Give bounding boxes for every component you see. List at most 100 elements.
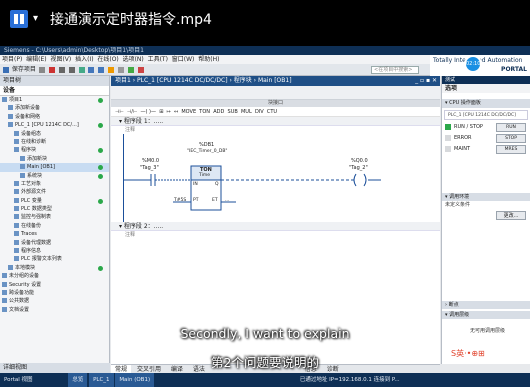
tree-item[interactable]: 设备代理数据 <box>0 239 109 247</box>
portal-view-button[interactable]: Portal 视图 <box>0 373 37 387</box>
tree-item[interactable]: PLC 数据类型 <box>0 205 109 213</box>
move-icon[interactable]: MOVE <box>181 109 196 115</box>
tree-item-label: PLC 数据类型 <box>21 206 52 213</box>
undo-icon[interactable] <box>58 66 65 73</box>
tree-item[interactable]: PLC_1 [CPU 1214C DC/...] <box>0 121 109 129</box>
menu-item-online[interactable]: 在线(O) <box>97 56 118 63</box>
sub-icon[interactable]: SUB <box>228 109 238 115</box>
project-search-input[interactable]: <在项目中搜索> <box>371 66 419 74</box>
ctu-icon[interactable]: CTU <box>267 109 277 115</box>
empty-box-icon[interactable]: ⊞ <box>159 109 163 115</box>
contact-tag[interactable]: "Tag_3" <box>140 165 159 171</box>
tree-item[interactable]: Security 设置 <box>0 281 109 289</box>
change-button[interactable]: 更改... <box>496 211 526 220</box>
tree-item[interactable]: 外部源文件 <box>0 188 109 196</box>
timer-pt-value[interactable]: T#5S <box>174 198 186 203</box>
coil-icon[interactable]: —( )— <box>141 109 157 115</box>
tree-item[interactable]: PLC 报警文本列表 <box>0 255 109 263</box>
network-1-title[interactable]: ▾ 程序段 1：..... <box>111 117 440 126</box>
tree-item[interactable]: 设备组态 <box>0 130 109 138</box>
stop-cpu-icon[interactable] <box>138 66 145 73</box>
timer-et-value[interactable]: ... <box>225 198 229 203</box>
player-logo-icon[interactable] <box>10 10 28 28</box>
stop-button[interactable]: STOP <box>496 134 526 143</box>
branch-close-icon[interactable]: ↤ <box>174 109 178 115</box>
timer-db-address[interactable]: %DB1 <box>199 142 214 148</box>
tree-item[interactable]: 添加新块 <box>0 155 109 163</box>
redo-icon[interactable] <box>68 66 75 73</box>
tree-node-icon <box>2 289 7 295</box>
menu-item-edit[interactable]: 编辑(E) <box>26 56 46 63</box>
tree-item[interactable]: 文档设置 <box>0 306 109 314</box>
download-icon[interactable] <box>88 66 95 73</box>
menu-item-project[interactable]: 项目(P) <box>2 56 22 63</box>
devices-tab[interactable]: 设备 <box>0 86 109 96</box>
tree-item[interactable]: 在线和诊断 <box>0 138 109 146</box>
run-button[interactable]: RUN <box>496 123 526 132</box>
tree-item[interactable]: 本地模块 <box>0 264 109 272</box>
menu-item-window[interactable]: 窗口(W) <box>172 56 195 63</box>
tree-item[interactable]: 项目1 <box>0 96 109 104</box>
call-hierarchy-header[interactable]: ▾ 调用层级 <box>442 311 530 319</box>
go-offline-icon[interactable] <box>118 66 125 73</box>
upload-icon[interactable] <box>98 66 105 73</box>
menu-item-tools[interactable]: 工具(T) <box>148 56 168 63</box>
editor-breadcrumb: 项目1 › PLC_1 [CPU 1214C DC/DC/DC] › 程序块 ›… <box>111 76 440 86</box>
ton-icon[interactable]: TON <box>199 109 210 115</box>
recording-badge: 02:10 <box>464 55 482 73</box>
menu-item-options[interactable]: 选项(N) <box>123 56 144 63</box>
cpu-panel-header[interactable]: ▾ CPU 操作面板 <box>442 99 530 108</box>
network-1-comment[interactable]: 注释 <box>111 126 440 134</box>
tree-item[interactable]: 未分组的设备 <box>0 272 109 280</box>
coil-tag[interactable]: "Tag_2" <box>349 165 368 171</box>
network-2-comment[interactable]: 注释 <box>111 231 440 239</box>
breakpoints-header[interactable]: › 断点 <box>442 301 530 309</box>
tree-item-label: 公共数据 <box>9 298 30 305</box>
tree-item[interactable]: 工艺对象 <box>0 180 109 188</box>
cpu-panel-spacer <box>442 155 530 191</box>
close-icon[interactable]: _ ▫ ▪ ✕ <box>415 76 437 86</box>
menu-item-help[interactable]: 帮助(H) <box>198 56 219 63</box>
network-2-title[interactable]: ▾ 程序段 2：..... <box>111 222 440 231</box>
tree-item[interactable]: 跨设备功能 <box>0 289 109 297</box>
coil-address[interactable]: %Q0.0 <box>351 158 368 164</box>
tree-item[interactable]: 添加新设备 <box>0 104 109 112</box>
tree-item-label: 监控与强制表 <box>21 214 52 221</box>
tree-item[interactable]: 在线备份 <box>0 222 109 230</box>
tree-item[interactable]: 程序信息 <box>0 247 109 255</box>
mres-button[interactable]: MRES <box>496 145 526 154</box>
chevron-down-icon[interactable]: ▾ <box>33 13 38 24</box>
tree-item[interactable]: 系统块 <box>0 172 109 180</box>
taskbar-plc[interactable]: PLC_1 <box>89 373 114 387</box>
taskbar-overview[interactable]: 总览 <box>68 373 88 387</box>
tree-item[interactable]: 设备和网络 <box>0 113 109 121</box>
call-env-header[interactable]: ▾ 调用环境 <box>442 193 530 201</box>
timer-db-name[interactable]: "IEC_Timer_0_DB" <box>187 149 227 154</box>
taskbar-main-ob1[interactable]: Main (OB1) <box>115 373 155 387</box>
tree-item[interactable]: PLC 变量 <box>0 197 109 205</box>
nc-contact-icon[interactable]: ⊣/⊢ <box>127 109 137 115</box>
monitor-icon[interactable] <box>128 66 135 73</box>
mul-icon[interactable]: MUL <box>241 109 252 115</box>
contact-address[interactable]: %M0.0 <box>142 158 159 164</box>
new-project-icon[interactable] <box>3 66 9 73</box>
tree-item[interactable]: Traces <box>0 230 109 238</box>
menu-item-insert[interactable]: 插入(I) <box>75 56 93 63</box>
go-online-icon[interactable] <box>108 66 115 73</box>
delete-icon[interactable] <box>48 66 55 73</box>
coil-left-arc <box>353 173 357 187</box>
compile-icon[interactable] <box>78 66 85 73</box>
timer-q-pin: Q <box>215 182 219 187</box>
tree-item[interactable]: Main [OB1] <box>0 163 109 172</box>
no-contact-icon[interactable]: ⊣⊢ <box>115 109 124 115</box>
save-project-button[interactable]: 保存项目 <box>12 66 36 73</box>
branch-open-icon[interactable]: ↦ <box>167 109 171 115</box>
add-icon[interactable]: ADD <box>213 109 224 115</box>
print-icon[interactable] <box>38 66 45 73</box>
tree-item[interactable]: 公共数据 <box>0 297 109 305</box>
block-interface-toggle[interactable]: 块接口 <box>111 100 440 107</box>
div-icon[interactable]: DIV <box>255 109 264 115</box>
tree-item[interactable]: 监控与强制表 <box>0 213 109 221</box>
menu-item-view[interactable]: 视图(V) <box>50 56 71 63</box>
tree-item[interactable]: 程序块 <box>0 146 109 154</box>
